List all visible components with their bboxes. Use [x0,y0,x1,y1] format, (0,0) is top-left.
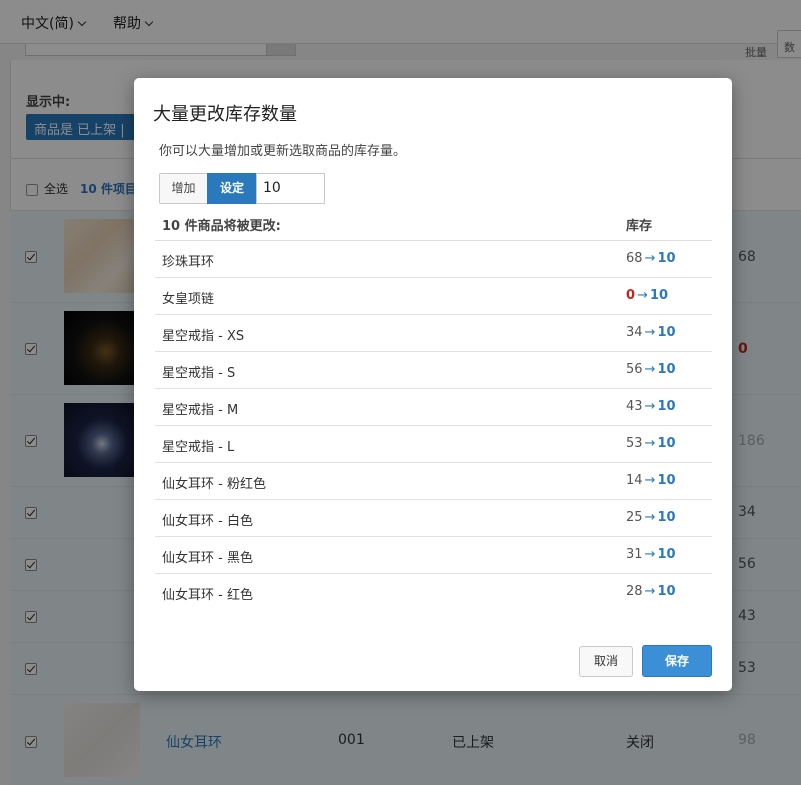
new-stock: 10 [657,510,676,525]
dialog-description: 你可以大量增加或更新选取商品的库存量。 [159,144,407,159]
header-name: 10 件商品将被更改: [162,219,281,234]
old-stock: 25 [626,510,643,525]
bulk-stock-dialog: 大量更改库存数量 你可以大量增加或更新选取商品的库存量。 增加 设定 10 10… [134,78,732,691]
arrow-right-icon: → [644,362,656,377]
item-name: 星空戒指 - M [162,403,239,418]
item-name: 星空戒指 - XS [162,329,245,344]
change-preview-table: 10 件商品将被更改: 库存 珍珠耳环 68 → 10 女皇项链 0 → 10 星空戒指 - X… [155,206,712,611]
new-stock: 10 [657,584,676,599]
old-stock: 56 [626,362,643,377]
arrow-right-icon: → [637,288,648,303]
arrow-right-icon: → [644,399,656,414]
stock-value-input[interactable]: 10 [256,173,325,204]
table-row: 仙女耳环 - 黑色 31 → 10 [155,537,712,574]
old-stock: 43 [626,399,643,414]
item-name: 珍珠耳环 [162,255,215,270]
table-row: 珍珠耳环 68 → 10 [155,241,712,278]
item-name: 女皇项链 [162,292,215,307]
table-row: 星空戒指 - S 56 → 10 [155,352,712,389]
cancel-button[interactable]: 取消 [579,646,633,677]
new-stock: 10 [657,251,676,266]
new-stock: 10 [657,547,676,562]
new-stock: 10 [649,288,669,303]
item-name: 仙女耳环 - 白色 [162,514,253,529]
item-name: 仙女耳环 - 红色 [162,588,253,603]
item-name: 仙女耳环 - 粉红色 [162,477,266,492]
dialog-title: 大量更改库存数量 [153,104,297,125]
table-row: 星空戒指 - XS 34 → 10 [155,315,712,352]
new-stock: 10 [657,473,676,488]
table-row: 仙女耳环 - 红色 28 → 10 [155,574,712,611]
arrow-right-icon: → [644,251,656,266]
old-stock: 0 [626,288,636,303]
arrow-right-icon: → [644,325,656,340]
table-header: 10 件商品将被更改: 库存 [155,206,712,241]
header-stock: 库存 [626,219,653,234]
item-stock-change: 28 → 10 [626,584,676,599]
arrow-right-icon: → [644,547,656,562]
old-stock: 31 [626,547,643,562]
item-stock-change: 34 → 10 [626,325,676,340]
table-row: 女皇项链 0 → 10 [155,278,712,315]
item-stock-change: 56 → 10 [626,362,676,377]
mode-set-button[interactable]: 设定 [207,173,257,204]
old-stock: 68 [626,251,643,266]
table-row: 星空戒指 - L 53 → 10 [155,426,712,463]
new-stock: 10 [657,436,676,451]
arrow-right-icon: → [644,473,656,488]
table-row: 仙女耳环 - 粉红色 14 → 10 [155,463,712,500]
table-row: 星空戒指 - M 43 → 10 [155,389,712,426]
item-name: 仙女耳环 - 黑色 [162,551,253,566]
old-stock: 34 [626,325,643,340]
table-row: 仙女耳环 - 白色 25 → 10 [155,500,712,537]
arrow-right-icon: → [644,436,656,451]
old-stock: 14 [626,473,643,488]
old-stock: 53 [626,436,643,451]
item-stock-change: 25 → 10 [626,510,676,525]
item-stock-change: 43 → 10 [626,399,676,414]
item-stock-change: 68 → 10 [626,251,676,266]
arrow-right-icon: → [644,510,656,525]
item-stock-change: 14 → 10 [626,473,676,488]
save-button[interactable]: 保存 [642,645,712,677]
item-stock-change: 0 → 10 [626,288,668,303]
item-stock-change: 53 → 10 [626,436,676,451]
new-stock: 10 [657,399,676,414]
item-stock-change: 31 → 10 [626,547,676,562]
new-stock: 10 [657,325,676,340]
old-stock: 28 [626,584,643,599]
item-name: 星空戒指 - L [162,440,235,455]
item-name: 星空戒指 - S [162,366,236,381]
arrow-right-icon: → [644,584,656,599]
mode-add-button[interactable]: 增加 [159,173,208,204]
new-stock: 10 [657,362,676,377]
